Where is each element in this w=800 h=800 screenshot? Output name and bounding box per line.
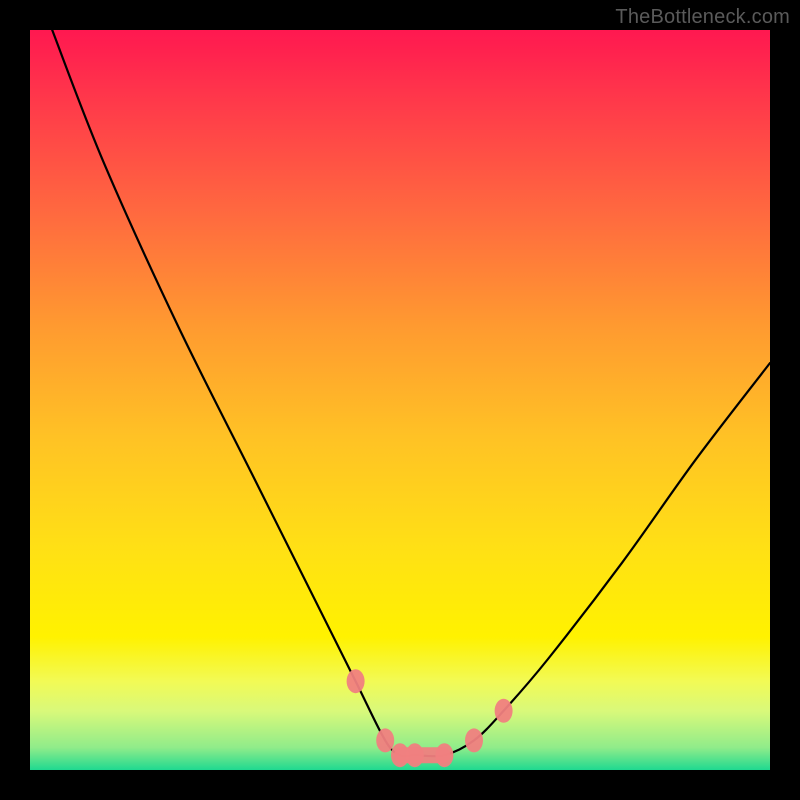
curve-marker <box>465 728 483 752</box>
curve-bottom-bar <box>394 747 450 763</box>
watermark-text: TheBottleneck.com <box>615 6 790 29</box>
marker-group <box>347 669 513 767</box>
curve-marker <box>495 699 513 723</box>
curve-svg <box>30 30 770 770</box>
curve-marker <box>347 669 365 693</box>
bottleneck-curve-path <box>52 30 770 756</box>
plot-area <box>30 30 770 770</box>
chart-frame: TheBottleneck.com <box>0 0 800 800</box>
curve-marker <box>376 728 394 752</box>
